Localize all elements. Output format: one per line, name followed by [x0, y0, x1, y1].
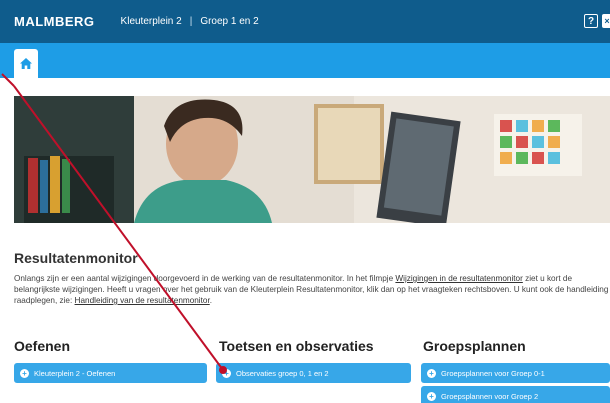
plus-circle-icon: +: [20, 368, 29, 378]
link-wijzigingen[interactable]: Wijzigingen in de resultatenmonitor: [395, 274, 522, 283]
plus-circle-icon: +: [427, 391, 436, 401]
breadcrumb-group[interactable]: Groep 1 en 2: [200, 16, 258, 27]
top-bar: MALMBERG Kleuterplein 2 | Groep 1 en 2 ?…: [0, 0, 610, 43]
observaties-button-label: Observaties groep 0, 1 en 2: [236, 368, 329, 378]
intro-text-part3: .: [209, 296, 213, 305]
oefenen-button-label: Kleuterplein 2 - Oefenen: [34, 368, 116, 378]
intro-text: Onlangs zijn er een aantal wijzigingen d…: [14, 273, 610, 306]
home-icon: [20, 58, 32, 69]
hero-image: [14, 96, 610, 223]
heading-toetsen: Toetsen en observaties: [219, 338, 374, 354]
intro-text-part1: Onlangs zijn er een aantal wijzigingen d…: [14, 274, 396, 283]
breadcrumb-method[interactable]: Kleuterplein 2: [121, 16, 182, 27]
groepsplannen-2-label: Groepsplannen voor Groep 2: [441, 391, 539, 401]
close-icon: ×: [604, 16, 610, 26]
nav-bar: [0, 43, 610, 78]
plus-circle-icon: +: [427, 368, 436, 378]
malmberg-logo[interactable]: MALMBERG: [14, 14, 95, 29]
heading-oefenen: Oefenen: [14, 338, 71, 354]
page-title: Resultatenmonitor: [14, 250, 138, 266]
plus-circle-icon: +: [222, 368, 231, 378]
oefenen-button[interactable]: + Kleuterplein 2 - Oefenen: [14, 363, 207, 383]
heading-groepsplannen: Groepsplannen: [423, 338, 526, 354]
help-button[interactable]: ?: [584, 14, 598, 28]
breadcrumb-separator: |: [189, 16, 193, 27]
close-button[interactable]: ×: [602, 14, 610, 28]
groepsplannen-0-1-label: Groepsplannen voor Groep 0-1: [441, 368, 545, 378]
observaties-button[interactable]: + Observaties groep 0, 1 en 2: [216, 363, 411, 383]
question-icon: ?: [587, 15, 595, 27]
hero-illustration: [14, 96, 610, 223]
groepsplannen-2-button[interactable]: + Groepsplannen voor Groep 2: [421, 386, 610, 403]
link-handleiding[interactable]: Handleiding van de resultatenmonitor: [75, 296, 210, 305]
home-tab[interactable]: [14, 49, 38, 78]
groepsplannen-0-1-button[interactable]: + Groepsplannen voor Groep 0-1: [421, 363, 610, 383]
